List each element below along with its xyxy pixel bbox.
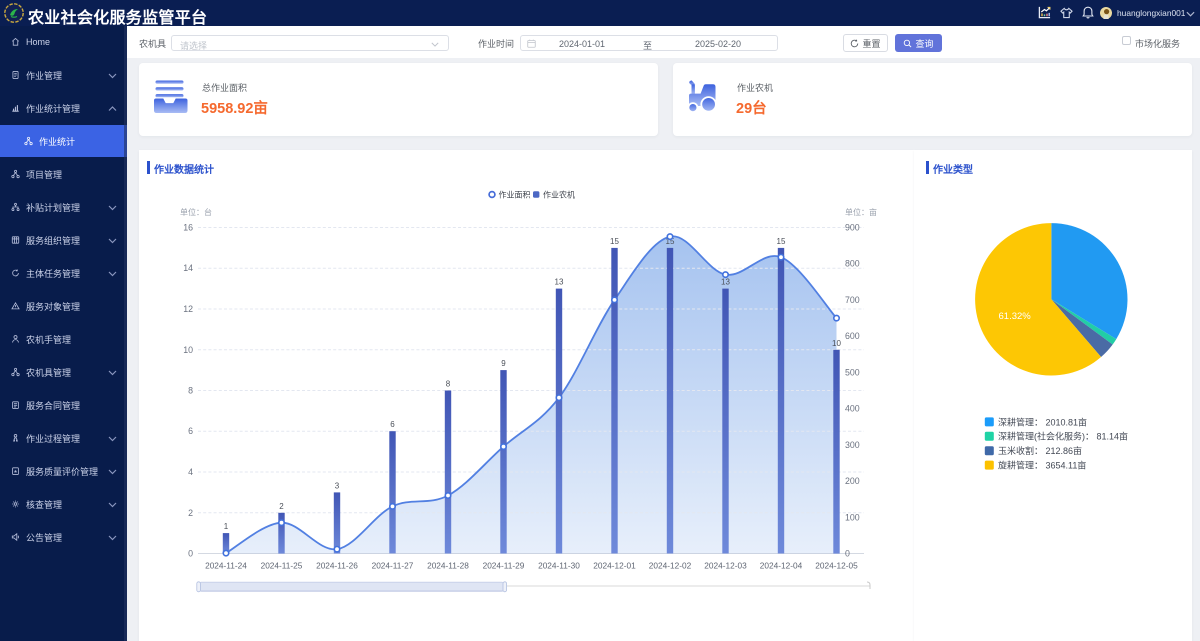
svg-text:2024-12-03: 2024-12-03 (704, 561, 747, 571)
svg-text:2: 2 (279, 502, 284, 511)
svg-text:16: 16 (183, 223, 193, 233)
svg-text:61.32%: 61.32% (999, 311, 1032, 322)
svg-text:1: 1 (224, 522, 229, 531)
svg-text:2024-12-01: 2024-12-01 (593, 561, 636, 571)
svg-text:400: 400 (845, 404, 860, 414)
svg-text:2: 2 (188, 508, 193, 518)
svg-text:2024-11-24: 2024-11-24 (205, 561, 247, 571)
svg-text:8: 8 (188, 386, 193, 396)
svg-text:8: 8 (446, 380, 451, 389)
svg-text:100: 100 (845, 512, 860, 522)
svg-text:10: 10 (832, 339, 841, 348)
svg-text:0: 0 (845, 549, 850, 559)
svg-text:600: 600 (845, 331, 860, 341)
svg-text:300: 300 (845, 440, 860, 450)
svg-text:800: 800 (845, 259, 860, 269)
svg-text:旋耕管理： 3654.11亩: 旋耕管理： 3654.11亩 (998, 460, 1086, 471)
svg-text:500: 500 (845, 367, 860, 377)
svg-text:6: 6 (188, 426, 193, 436)
svg-text:2024-11-26: 2024-11-26 (316, 561, 358, 571)
svg-text:12: 12 (183, 304, 193, 314)
svg-text:10: 10 (183, 345, 193, 355)
svg-text:2024-11-25: 2024-11-25 (261, 561, 303, 571)
svg-text:2024-12-04: 2024-12-04 (760, 561, 803, 571)
svg-text:深耕管理： 2010.81亩: 深耕管理： 2010.81亩 (998, 416, 1087, 427)
svg-text:2024-12-05: 2024-12-05 (815, 561, 858, 571)
svg-text:13: 13 (721, 278, 730, 287)
svg-text:单位：台: 单位：台 (180, 207, 212, 217)
svg-text:2024-11-30: 2024-11-30 (538, 561, 580, 571)
svg-text:900: 900 (845, 223, 860, 233)
svg-text:4: 4 (188, 467, 193, 477)
svg-text:0: 0 (188, 549, 193, 559)
svg-text:作业农机: 作业农机 (543, 189, 575, 199)
svg-text:15: 15 (610, 237, 619, 246)
svg-text:15: 15 (777, 237, 786, 246)
svg-text:14: 14 (183, 263, 193, 273)
svg-text:玉米收割： 212.86亩: 玉米收割： 212.86亩 (998, 445, 1082, 456)
svg-text:2024-12-02: 2024-12-02 (649, 561, 692, 571)
svg-text:700: 700 (845, 295, 860, 305)
svg-text:9: 9 (501, 359, 506, 368)
svg-text:2024-11-28: 2024-11-28 (427, 561, 469, 571)
svg-text:6: 6 (390, 420, 395, 429)
svg-text:200: 200 (845, 476, 860, 486)
svg-text:2024-11-27: 2024-11-27 (372, 561, 414, 571)
svg-text:2024-11-29: 2024-11-29 (483, 561, 525, 571)
svg-text:作业面积: 作业面积 (499, 189, 531, 199)
svg-text:13: 13 (555, 278, 564, 287)
svg-text:深耕管理(社会化服务)： 81.14亩: 深耕管理(社会化服务)： 81.14亩 (998, 431, 1128, 442)
svg-text:单位：亩: 单位：亩 (845, 207, 877, 217)
svg-text:3: 3 (335, 481, 340, 490)
